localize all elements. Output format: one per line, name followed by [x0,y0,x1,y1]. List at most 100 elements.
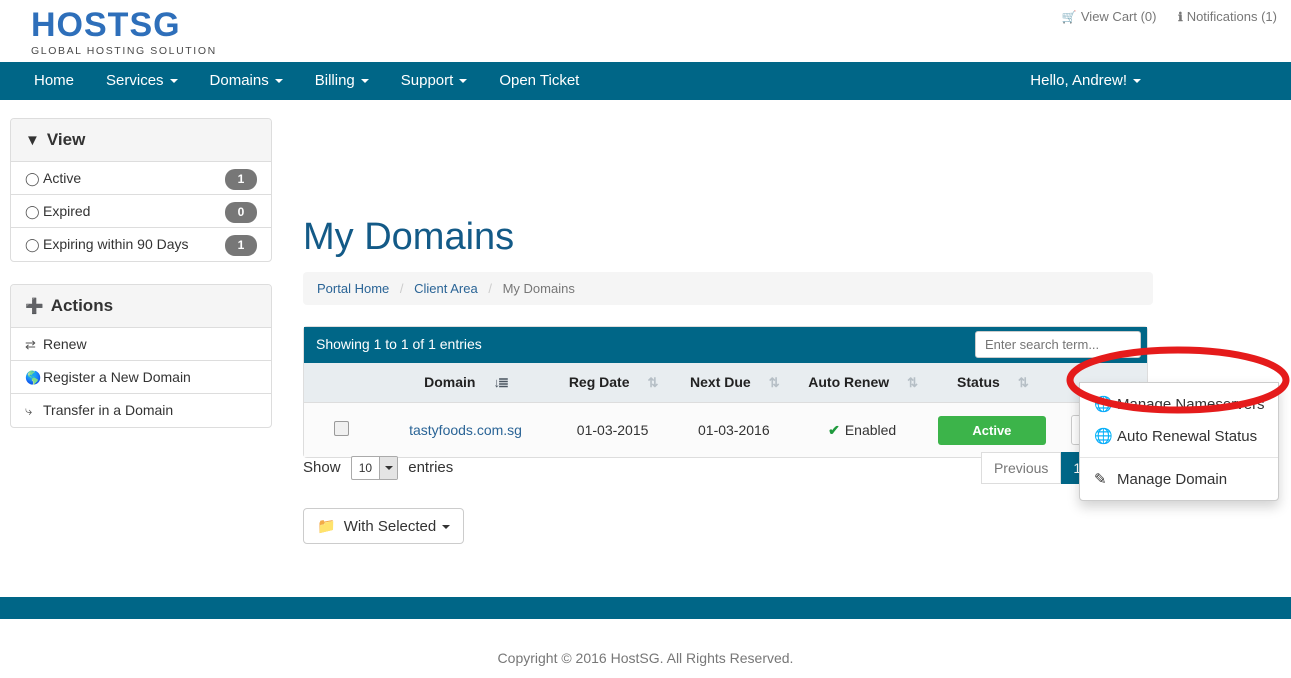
column-label: Auto Renew [808,374,890,390]
status-badge: 0 [225,202,257,223]
site-logo[interactable]: HOSTSG GLOBAL HOSTING SOLUTION [31,8,217,57]
sort-icon: ⇅ [1017,375,1029,391]
column-reg-date[interactable]: Reg Date ⇅ [552,363,674,404]
dropdown-item-label: Auto Renewal Status [1117,428,1258,445]
cart-icon: 🛒 [1061,10,1077,24]
page-length-select[interactable]: 10 [350,456,399,480]
sidebar-item-label: Expiring within 90 Days [43,236,189,252]
sidebar-item-expired[interactable]: ◯ Expired 0 [11,195,271,228]
logo-tagline: GLOBAL HOSTING SOLUTION [31,45,217,57]
breadcrumb: Portal Home / Client Area / My Domains [303,272,1153,305]
showing-entries-text: Showing 1 to 1 of 1 entries [316,336,482,352]
chevron-down-icon [169,79,178,84]
nav-item-home[interactable]: Home [18,62,90,100]
actions-panel-header: ➕ Actions [11,285,271,328]
sidebar-item-label: Register a New Domain [43,369,191,385]
pencil-icon: ✎ [1094,471,1107,488]
status-badge: 1 [225,235,257,256]
view-cart-link[interactable]: 🛒 View Cart (0) [1062,9,1157,24]
breadcrumb-separator: / [488,281,492,296]
row-checkbox[interactable] [334,421,350,437]
page-title: My Domains [303,216,515,258]
arrow-share-icon: ⤷ [25,403,33,418]
nav-item-services[interactable]: Services [90,62,194,100]
column-domain[interactable]: Domain ↓≣ [379,363,553,404]
page-length-value: 10 [358,461,373,475]
domain-link[interactable]: tastyfoods.com.sg [409,422,522,438]
column-status[interactable]: Status ⇅ [929,363,1054,404]
status-badge: 1 [225,169,257,190]
sort-icon: ⇅ [768,375,780,391]
nav-item-support[interactable]: Support [385,62,484,100]
sidebar-item-transfer-domain[interactable]: ⤷ Transfer in a Domain [11,394,271,427]
column-label: Reg Date [568,374,630,390]
main-navbar: Home Services Domains Billing Support Op… [0,62,1291,100]
account-menu[interactable]: Hello, Andrew! [1030,62,1141,100]
sidebar-item-renew[interactable]: ⇄ Renew [11,328,271,361]
column-label: Domain [424,374,476,390]
nav-item-domains[interactable]: Domains [194,62,299,100]
globe-icon: 🌎 [25,370,42,385]
page-body: ▼ View ◯ Active 1 ◯ Expired 0 ◯ Expiring wit… [0,100,1291,597]
chevron-down-icon [379,457,398,479]
nav-item-open-ticket[interactable]: Open Ticket [483,62,595,100]
sidebar-item-active[interactable]: ◯ Active 1 [11,162,271,195]
nav-label: Services [106,72,164,89]
column-auto-renew[interactable]: Auto Renew ⇅ [794,363,930,404]
circle-icon: ◯ [25,237,40,252]
breadcrumb-current: My Domains [502,281,575,296]
notifications-link[interactable]: ℹ Notifications (1) [1178,9,1277,24]
chevron-down-icon [459,79,468,84]
nav-label: Open Ticket [499,72,580,89]
dropdown-item-manage-domain[interactable]: ✎ Manage Domain [1080,463,1278,495]
table-header-row: Domain ↓≣ Reg Date ⇅ Next Due ⇅ Auto Renew ⇅… [304,363,1147,404]
sidebar-item-register-domain[interactable]: 🌎 Register a New Domain [11,361,271,394]
status-badge-active[interactable]: Active [937,415,1046,445]
top-utility-links: 🛒 View Cart (0) ℹ Notifications (1) [1044,9,1277,24]
sort-icon: ⇅ [647,375,659,391]
actions-panel-title: Actions [50,296,114,315]
with-selected-button[interactable]: 📁 With Selected [303,508,465,544]
globe-icon: 🌐 [1094,428,1113,445]
nav-item-billing[interactable]: Billing [299,62,385,100]
show-suffix-label: entries [408,458,454,476]
chevron-down-icon [442,525,451,530]
chevron-down-icon [274,79,283,84]
domains-table: Domain ↓≣ Reg Date ⇅ Next Due ⇅ Auto Renew ⇅… [304,363,1147,458]
pagination-previous[interactable]: Previous [980,452,1062,484]
chevron-down-icon [360,79,369,84]
dropdown-item-manage-nameservers[interactable]: 🌐 Manage Nameservers [1080,388,1278,420]
logo-wordmark: HOSTSG [31,6,181,44]
sidebar-item-label: Renew [43,336,87,352]
top-bar: HOSTSG GLOBAL HOSTING SOLUTION 🛒 View Car… [0,0,1291,62]
sidebar-item-expiring-90-days[interactable]: ◯ Expiring within 90 Days 1 [11,228,271,261]
dropdown-item-label: Manage Domain [1117,471,1228,488]
search-input[interactable] [975,331,1141,358]
nav-label: Home [34,72,75,89]
table-header: Domain ↓≣ Reg Date ⇅ Next Due ⇅ Auto Renew ⇅… [304,363,1147,404]
sidebar-item-label: Active [43,170,82,186]
view-panel: ▼ View ◯ Active 1 ◯ Expired 0 ◯ Expiring wit… [10,118,272,262]
sidebar: ▼ View ◯ Active 1 ◯ Expired 0 ◯ Expiring wit… [10,118,272,450]
nav-label: Billing [314,72,355,89]
sort-desc-icon: ↓≣ [493,375,508,391]
breadcrumb-separator: / [399,281,404,296]
with-selected-label: With Selected [343,518,437,535]
filter-icon: ▼ [25,132,40,149]
footer-accent-bar [0,597,1291,619]
breadcrumb-portal-home[interactable]: Portal Home [317,281,389,296]
copyright-text: Copyright © 2016 HostSG. All Rights Rese… [497,650,794,666]
dropdown-divider [1080,457,1278,458]
view-panel-header: ▼ View [11,119,271,162]
sidebar-item-label: Transfer in a Domain [43,402,174,418]
dropdown-item-auto-renewal-status[interactable]: 🌐 Auto Renewal Status [1080,420,1278,452]
globe-icon: 🌐 [1094,396,1113,413]
breadcrumb-client-area[interactable]: Client Area [414,281,478,296]
folder-icon: 📁 [317,518,336,535]
view-panel-title: View [46,130,86,149]
column-next-due[interactable]: Next Due ⇅ [673,363,795,404]
refresh-icon: ⇄ [25,337,36,352]
account-label: Hello, Andrew! [1030,72,1127,89]
auto-renew-label: Enabled [844,421,897,438]
nav-label: Support [400,72,454,89]
